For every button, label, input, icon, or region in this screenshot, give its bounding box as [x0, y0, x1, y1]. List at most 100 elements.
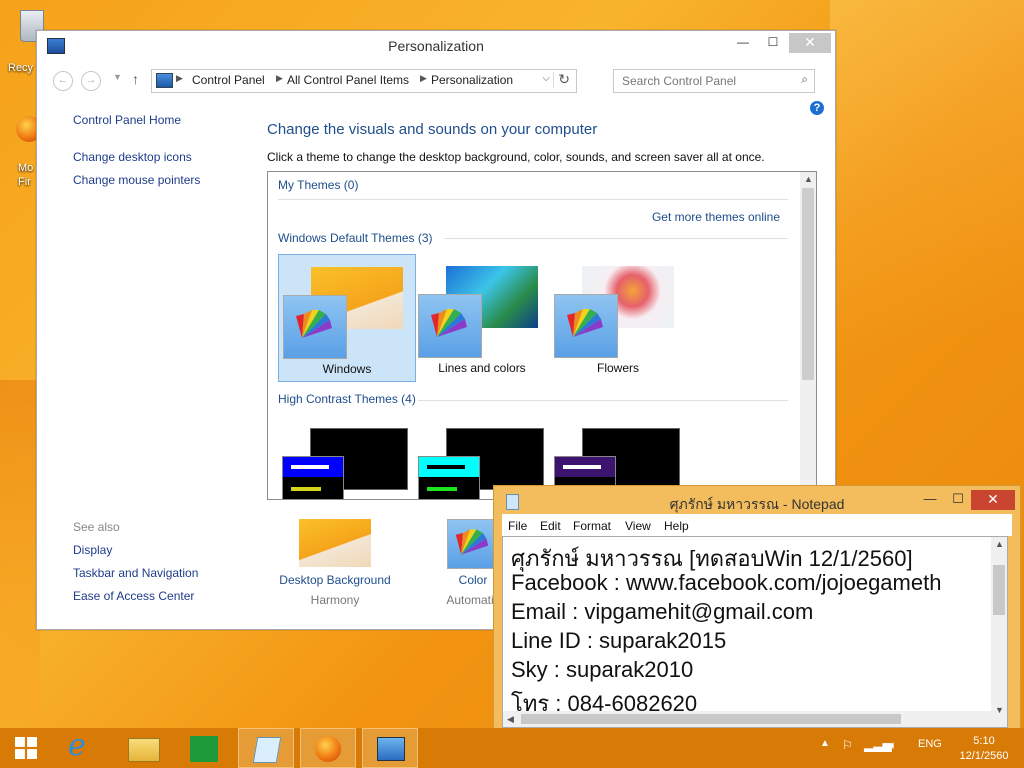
theme-high-contrast-1[interactable] [278, 420, 414, 499]
change-mouse-pointers-link[interactable]: Change mouse pointers [73, 173, 200, 187]
text-line: Sky : suparak2010 [511, 657, 694, 682]
hc-text-line [427, 487, 457, 491]
scroll-up-arrow-icon[interactable]: ▲ [804, 174, 813, 184]
breadcrumb-separator-icon: ▶ [420, 73, 427, 83]
refresh-icon[interactable]: ↻ [558, 71, 570, 88]
get-more-themes-link[interactable]: Get more themes online [652, 210, 780, 224]
notepad-horizontal-scrollbar[interactable]: ◀ [503, 711, 991, 727]
hc-text-line [291, 465, 329, 469]
title-bar[interactable]: Personalization — ☐ ✕ [37, 31, 835, 61]
file-explorer-taskbar-button[interactable] [114, 728, 170, 768]
desktop-background-link[interactable]: Desktop Background [279, 573, 391, 587]
scroll-up-arrow-icon[interactable]: ▲ [995, 539, 1004, 549]
breadcrumb-personalization[interactable]: Personalization [431, 73, 513, 87]
network-signal-icon[interactable]: ▂▃▅ [864, 738, 892, 752]
recycle-bin-label: Recy [8, 62, 34, 74]
notepad-vertical-scrollbar[interactable]: ▲ ▼ [991, 537, 1007, 727]
search-input[interactable]: Search Control Panel ⌕ [613, 69, 815, 93]
text-line: Facebook : www.facebook.com/jojoegameth [511, 570, 942, 595]
notepad-close-button[interactable]: ✕ [971, 490, 1015, 510]
taskbar-navigation-link[interactable]: Taskbar and Navigation [73, 566, 198, 580]
notepad-menu-bar: File Edit Format View Help [502, 514, 1012, 536]
hc-text-line [427, 465, 465, 469]
start-button[interactable] [0, 728, 56, 768]
scroll-down-arrow-icon[interactable]: ▼ [995, 705, 1004, 715]
up-arrow-icon[interactable]: ↑ [132, 71, 139, 87]
forward-arrow-icon[interactable]: → [81, 71, 101, 91]
maximize-button[interactable]: ☐ [759, 33, 787, 53]
notepad-minimize-button[interactable]: — [916, 490, 944, 510]
address-dropdown-chevron-icon[interactable]: ⌵ [542, 73, 550, 84]
menu-file[interactable]: File [508, 519, 527, 533]
control-panel-home-link[interactable]: Control Panel Home [73, 113, 181, 127]
menu-view[interactable]: View [625, 519, 651, 533]
theme-list-scrollbar[interactable]: ▲ [800, 172, 816, 499]
menu-edit[interactable]: Edit [540, 519, 561, 533]
divider [278, 199, 788, 200]
store-taskbar-button[interactable] [176, 728, 232, 768]
control-panel-taskbar-button[interactable] [362, 728, 418, 768]
windows-logo-icon [15, 737, 37, 759]
notepad-window: ศุภรักษ์ มหาวรรณ - Notepad — ☐ ✕ File Ed… [493, 485, 1021, 745]
theme-label: Flowers [596, 361, 639, 375]
firefox-label-line2: Fir [18, 176, 31, 188]
ease-of-access-link[interactable]: Ease of Access Center [73, 589, 194, 603]
color-fan-icon [418, 294, 482, 358]
notepad-text-area[interactable]: ศุภรักษ์ มหาวรรณ [ทดสอบWin 12/1/2560] Fa… [502, 536, 1008, 728]
show-hidden-icons-chevron-icon[interactable]: ▲ [820, 738, 830, 749]
volume-icon[interactable]: 🔈︎ [890, 738, 897, 753]
desktop-wallpaper-shape [830, 0, 1024, 480]
scrollbar-thumb[interactable] [521, 714, 901, 724]
internet-explorer-icon: e [68, 728, 86, 763]
breadcrumb-all-items[interactable]: All Control Panel Items [287, 73, 409, 87]
hc-text-line [291, 487, 321, 491]
store-icon [190, 736, 218, 762]
theme-flowers[interactable]: Flowers [550, 254, 686, 380]
address-divider [553, 72, 554, 88]
firefox-taskbar-button[interactable] [300, 728, 356, 768]
recent-pages-chevron-icon[interactable]: ▼ [113, 72, 122, 82]
control-panel-icon [377, 737, 405, 761]
desktop-background-thumbnail [299, 519, 371, 567]
my-themes-heading: My Themes (0) [278, 178, 359, 192]
notepad-taskbar-button[interactable] [238, 728, 294, 768]
hc-window-preview [418, 456, 480, 499]
firefox-label-line1: Mo [18, 162, 34, 174]
color-fan-icon [554, 294, 618, 358]
input-language-indicator[interactable]: ENG [918, 738, 942, 750]
theme-label: Lines and colors [438, 361, 526, 375]
color-fan-icon [447, 519, 497, 569]
window-title: Personalization [388, 38, 484, 54]
menu-format[interactable]: Format [573, 519, 611, 533]
desktop-background-value: Harmony [310, 593, 360, 607]
scrollbar-thumb[interactable] [993, 565, 1005, 615]
theme-windows[interactable]: Windows [278, 254, 416, 382]
divider [444, 238, 788, 239]
close-button[interactable]: ✕ [789, 33, 831, 53]
address-bar[interactable]: ▶ Control Panel ▶ All Control Panel Item… [151, 69, 577, 93]
folder-icon [128, 738, 160, 762]
see-also-heading: See also [73, 520, 120, 534]
page-subheading: Click a theme to change the desktop back… [267, 150, 765, 164]
back-arrow-icon[interactable]: ← [53, 71, 73, 91]
theme-lines-and-colors[interactable]: Lines and colors [414, 254, 550, 380]
internet-explorer-taskbar-button[interactable]: e [56, 728, 112, 768]
minimize-button[interactable]: — [729, 33, 757, 53]
menu-help[interactable]: Help [664, 519, 689, 533]
notepad-maximize-button[interactable]: ☐ [944, 490, 972, 510]
action-center-flag-icon[interactable]: ⚐ [842, 738, 853, 752]
system-clock[interactable]: 5:10 12/1/2560 [952, 734, 1016, 764]
change-desktop-icons-link[interactable]: Change desktop icons [73, 150, 192, 164]
text-line: Email : vipgamehit@gmail.com [511, 599, 814, 624]
display-link[interactable]: Display [73, 543, 112, 557]
text-line: Line ID : suparak2015 [511, 628, 727, 653]
scrollbar-thumb[interactable] [802, 188, 814, 380]
color-fan-icon [283, 295, 347, 359]
theme-label: Windows [322, 362, 372, 376]
taskbar: e ▲ ⚐ ▂▃▅ 🔈︎ ENG 5:10 12/1/2560 [0, 728, 1024, 768]
search-icon[interactable]: ⌕ [801, 72, 808, 87]
breadcrumb-control-panel[interactable]: Control Panel [192, 73, 265, 87]
scroll-left-arrow-icon[interactable]: ◀ [507, 714, 514, 725]
help-icon[interactable]: ? [810, 101, 824, 115]
navigation-bar: ← → ▼ ↑ ▶ Control Panel ▶ All Control Pa… [37, 67, 835, 95]
